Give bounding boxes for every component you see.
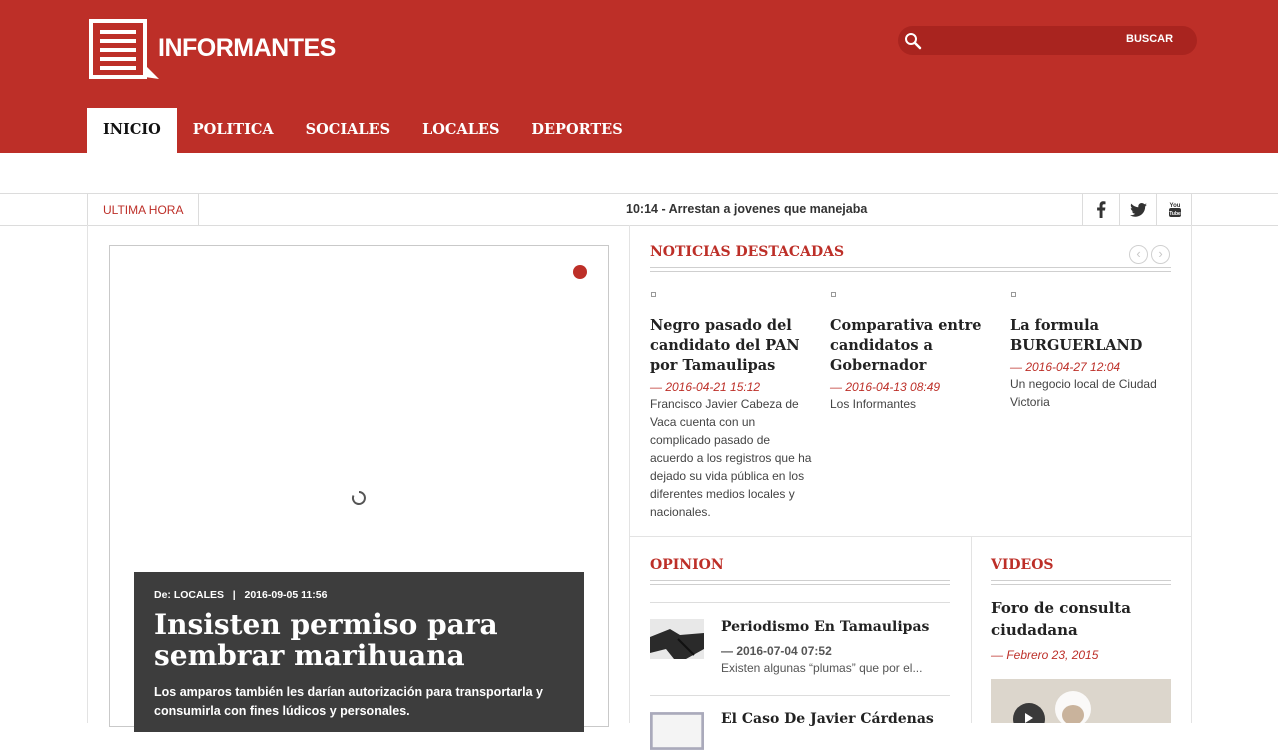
featured-card: Negro pasado del candidato del PAN por T…	[650, 292, 815, 521]
nav-item-deportes[interactable]: DEPORTES	[515, 108, 638, 153]
youtube-button[interactable]: Tube You	[1156, 194, 1193, 225]
slide-description: Los amparos también les darían autorizac…	[154, 685, 544, 718]
slide-section: De: LOCALES	[154, 589, 225, 601]
card-description: Un negocio local de Ciudad Victoria	[1010, 377, 1157, 409]
slider-indicator-dot[interactable]	[573, 265, 587, 279]
card-description: Francisco Javier Cabeza de Vaca cuenta c…	[650, 397, 812, 519]
video-preview-image	[991, 679, 1171, 723]
opinion-thumbnail[interactable]	[650, 619, 704, 659]
opinion-item-title[interactable]: Periodismo En Tamaulipas	[721, 619, 951, 635]
card-image-placeholder	[1011, 292, 1016, 297]
search-bar: BUSCAR	[898, 26, 1197, 55]
featured-slider[interactable]: De: LOCALES | 2016-09-05 11:56 Insisten …	[109, 245, 609, 732]
videos-title: VIDEOS	[991, 557, 1054, 573]
opinion-item-divider	[650, 695, 950, 696]
featured-news-title: NOTICIAS DESTACADAS	[650, 244, 845, 260]
opinion-item-title[interactable]: El Caso De Javier Cárdenas	[721, 711, 951, 727]
opinion-title-underline	[650, 580, 950, 585]
facebook-icon	[1097, 201, 1106, 218]
youtube-icon: Tube You	[1169, 203, 1181, 217]
newspaper-logo-icon	[89, 19, 159, 79]
site-logo[interactable]: INFORMANTES	[88, 19, 348, 83]
slide-meta-separator: |	[232, 589, 236, 601]
nav-item-politica[interactable]: POLITICA	[177, 108, 290, 153]
search-button[interactable]: BUSCAR	[1126, 33, 1173, 45]
ticker-divider	[198, 194, 199, 225]
ticker-headline[interactable]: 10:14 - Arrestan a jovenes que manejaba	[626, 202, 867, 216]
nav-item-sociales[interactable]: SOCIALES	[290, 108, 406, 153]
slide-date: 2016-09-05 11:56	[244, 589, 328, 601]
video-date: — Febrero 23, 2015	[991, 648, 1099, 662]
ticker-inner: ULTIMA HORA 10:14 - Arrestan a jovenes q…	[87, 194, 1192, 225]
main-content: De: LOCALES | 2016-09-05 11:56 Insisten …	[87, 225, 1192, 750]
slide-meta: De: LOCALES | 2016-09-05 11:56	[154, 589, 327, 601]
search-input[interactable]	[928, 30, 1132, 52]
svg-text:You: You	[1170, 203, 1181, 209]
search-icon[interactable]	[904, 32, 922, 50]
card-date: — 2016-04-21 15:12	[650, 380, 761, 394]
card-image-placeholder	[831, 292, 836, 297]
facebook-button[interactable]	[1082, 194, 1119, 225]
featured-card: La formula BURGUERLAND — 2016-04-27 12:0…	[1010, 292, 1175, 411]
next-arrow-button[interactable]: ›	[1151, 245, 1170, 264]
video-thumbnail[interactable]	[991, 679, 1171, 723]
nav-item-locales[interactable]: LOCALES	[406, 108, 515, 153]
opinion-item-description: Existen algunas “plumas” que por el...	[721, 661, 923, 675]
card-date: — 2016-04-27 12:04	[1010, 360, 1121, 374]
section-divider	[630, 536, 1192, 537]
card-date: — 2016-04-13 08:49	[830, 380, 941, 394]
card-description: Los Informantes	[830, 397, 917, 411]
breaking-news-bar: ULTIMA HORA 10:14 - Arrestan a jovenes q…	[0, 193, 1278, 226]
featured-card: Comparativa entre candidatos a Gobernado…	[830, 292, 995, 413]
videos-title-underline	[991, 580, 1171, 585]
main-nav: INICIO POLITICA SOCIALES LOCALES DEPORTE…	[87, 108, 639, 153]
logo-text: INFORMANTES	[158, 34, 336, 62]
right-column: NOTICIAS DESTACADAS ‹ › Negro pasado del…	[629, 225, 1192, 750]
opinion-title: OPINION	[650, 557, 724, 573]
twitter-button[interactable]	[1119, 194, 1156, 225]
video-title[interactable]: Foro de consulta ciudadana	[991, 597, 1171, 641]
loading-spinner-icon	[351, 491, 366, 505]
prev-arrow-button[interactable]: ‹	[1129, 245, 1148, 264]
opinion-item-date: — 2016-07-04 07:52	[721, 644, 832, 658]
card-title[interactable]: Negro pasado del candidato del PAN por T…	[650, 316, 815, 376]
twitter-icon	[1129, 202, 1147, 217]
svg-text:Tube: Tube	[1169, 211, 1181, 217]
ticker-label: ULTIMA HORA	[103, 203, 184, 217]
slide-title[interactable]: Insisten permiso para sembrar marihuana	[154, 609, 574, 671]
slide-caption[interactable]: De: LOCALES | 2016-09-05 11:56 Insisten …	[134, 572, 584, 732]
nav-item-inicio[interactable]: INICIO	[87, 108, 177, 153]
opinion-item-divider	[650, 602, 950, 603]
card-title[interactable]: La formula BURGUERLAND	[1010, 316, 1175, 356]
image-placeholder-icon[interactable]	[650, 711, 704, 751]
card-title[interactable]: Comparativa entre candidatos a Gobernado…	[830, 316, 995, 376]
site-header: INFORMANTES BUSCAR INICIO POLITICA SOCIA…	[0, 0, 1278, 153]
column-divider	[971, 536, 972, 723]
card-image-placeholder	[651, 292, 656, 297]
featured-title-underline	[650, 267, 1171, 272]
